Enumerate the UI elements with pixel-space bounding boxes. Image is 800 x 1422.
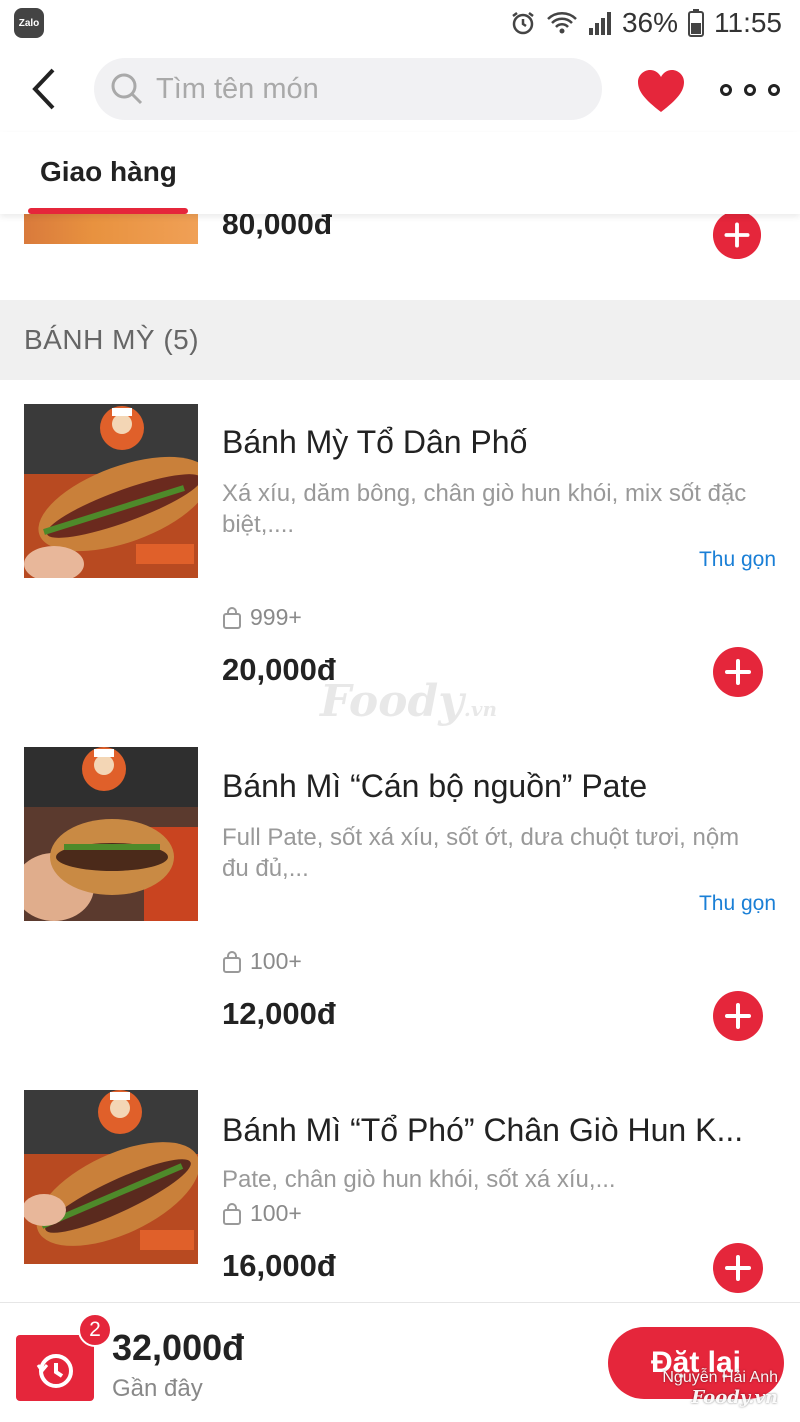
dot-icon <box>744 84 756 96</box>
item-name: Bánh Mì “Tổ Phó” Chân Giò Hun K... <box>222 1112 744 1148</box>
bottom-bar: 2 32,000đ Gần đây Đặt lại Nguyễn Hải Anh… <box>0 1302 800 1422</box>
item-price: 12,000đ <box>222 996 336 1031</box>
more-options-button[interactable] <box>720 68 780 112</box>
recent-label: Gần đây <box>112 1375 203 1402</box>
food-thumbnail <box>24 404 198 578</box>
sold-count: 999+ <box>222 604 302 631</box>
add-item-button[interactable] <box>712 646 764 698</box>
section-title: BÁNH MỲ (5) <box>24 324 200 355</box>
search-bar[interactable] <box>94 58 602 120</box>
battery-percent: 36% <box>621 7 678 38</box>
menu-list[interactable]: 80,000đ BÁNH MỲ (5) Bánh Mỳ Tổ Dân Phố X… <box>0 214 800 1302</box>
clock: 11:55 <box>714 7 782 38</box>
heart-icon <box>638 70 684 112</box>
food-thumbnail <box>24 747 198 921</box>
item-description: Pate, chân giò hun khói, sốt xá xíu,... <box>222 1166 616 1193</box>
status-icons: 36% 11:55 <box>510 6 782 40</box>
dot-icon <box>720 84 732 96</box>
zalo-app-icon: Zalo <box>14 8 44 38</box>
cart-box <box>16 1335 94 1401</box>
tab-label: Giao hàng <box>40 156 177 187</box>
battery-icon <box>688 9 704 37</box>
sold-count-value: 999+ <box>250 604 302 630</box>
list-item[interactable]: Bánh Mì “Cán bộ nguồn” Pate Full Pate, s… <box>0 724 800 1068</box>
signal-icon <box>588 12 611 35</box>
list-item[interactable]: Bánh Mì “Tổ Phó” Chân Giò Hun K... Pate,… <box>0 1068 800 1302</box>
tab-active-indicator <box>28 208 188 214</box>
cart-button[interactable]: 2 <box>16 1313 112 1401</box>
dot-icon <box>768 84 780 96</box>
foody-watermark: Foody.vn <box>320 676 497 727</box>
item-price: 16,000đ <box>222 1248 336 1283</box>
add-item-button[interactable] <box>712 990 764 1042</box>
chevron-left-icon <box>32 68 55 110</box>
tab-bar: Giao hàng <box>0 132 800 214</box>
item-name: Bánh Mỳ Tổ Dân Phố <box>222 424 528 460</box>
collapse-link[interactable]: Thu gọn <box>699 892 776 916</box>
shopping-bag-icon <box>223 606 241 629</box>
tab-delivery[interactable]: Giao hàng <box>28 132 188 214</box>
item-price: 80,000đ <box>222 214 333 241</box>
list-item: 80,000đ <box>0 214 800 300</box>
favorite-button[interactable] <box>636 68 686 114</box>
sold-count-value: 100+ <box>250 1200 302 1226</box>
sold-count: 100+ <box>222 948 302 975</box>
item-description: Full Pate, sốt xá xíu, sốt ớt, dưa chuột… <box>222 824 740 882</box>
shopping-bag-icon <box>223 1202 241 1225</box>
back-button[interactable] <box>22 64 66 114</box>
cart-count-badge: 2 <box>78 1313 112 1347</box>
section-header: BÁNH MỲ (5) <box>0 300 800 380</box>
wifi-icon <box>547 12 577 34</box>
cart-total: 32,000đ <box>112 1327 245 1368</box>
collapse-link[interactable]: Thu gọn <box>699 548 776 572</box>
sold-count: 100+ <box>222 1200 302 1227</box>
search-input[interactable] <box>156 72 596 106</box>
add-item-button[interactable] <box>712 1242 764 1294</box>
shopping-bag-icon <box>223 950 241 973</box>
header <box>0 46 800 132</box>
photo-credit: Nguyễn Hải Anh Foody.vn <box>662 1369 778 1408</box>
item-description: Xá xíu, dăm bông, chân giò hun khói, mix… <box>222 480 747 538</box>
list-item[interactable]: Bánh Mỳ Tổ Dân Phố Xá xíu, dăm bông, châ… <box>0 380 800 724</box>
search-icon <box>111 73 143 105</box>
status-bar: Zalo 36% 11:55 <box>0 0 800 46</box>
item-name: Bánh Mì “Cán bộ nguồn” Pate <box>222 768 648 804</box>
food-thumbnail <box>24 1090 198 1264</box>
history-icon <box>36 1354 73 1388</box>
item-price: 20,000đ <box>222 652 336 687</box>
alarm-icon <box>512 12 534 35</box>
add-item-button[interactable] <box>712 214 762 260</box>
sold-count-value: 100+ <box>250 948 302 974</box>
food-thumbnail <box>24 214 198 244</box>
